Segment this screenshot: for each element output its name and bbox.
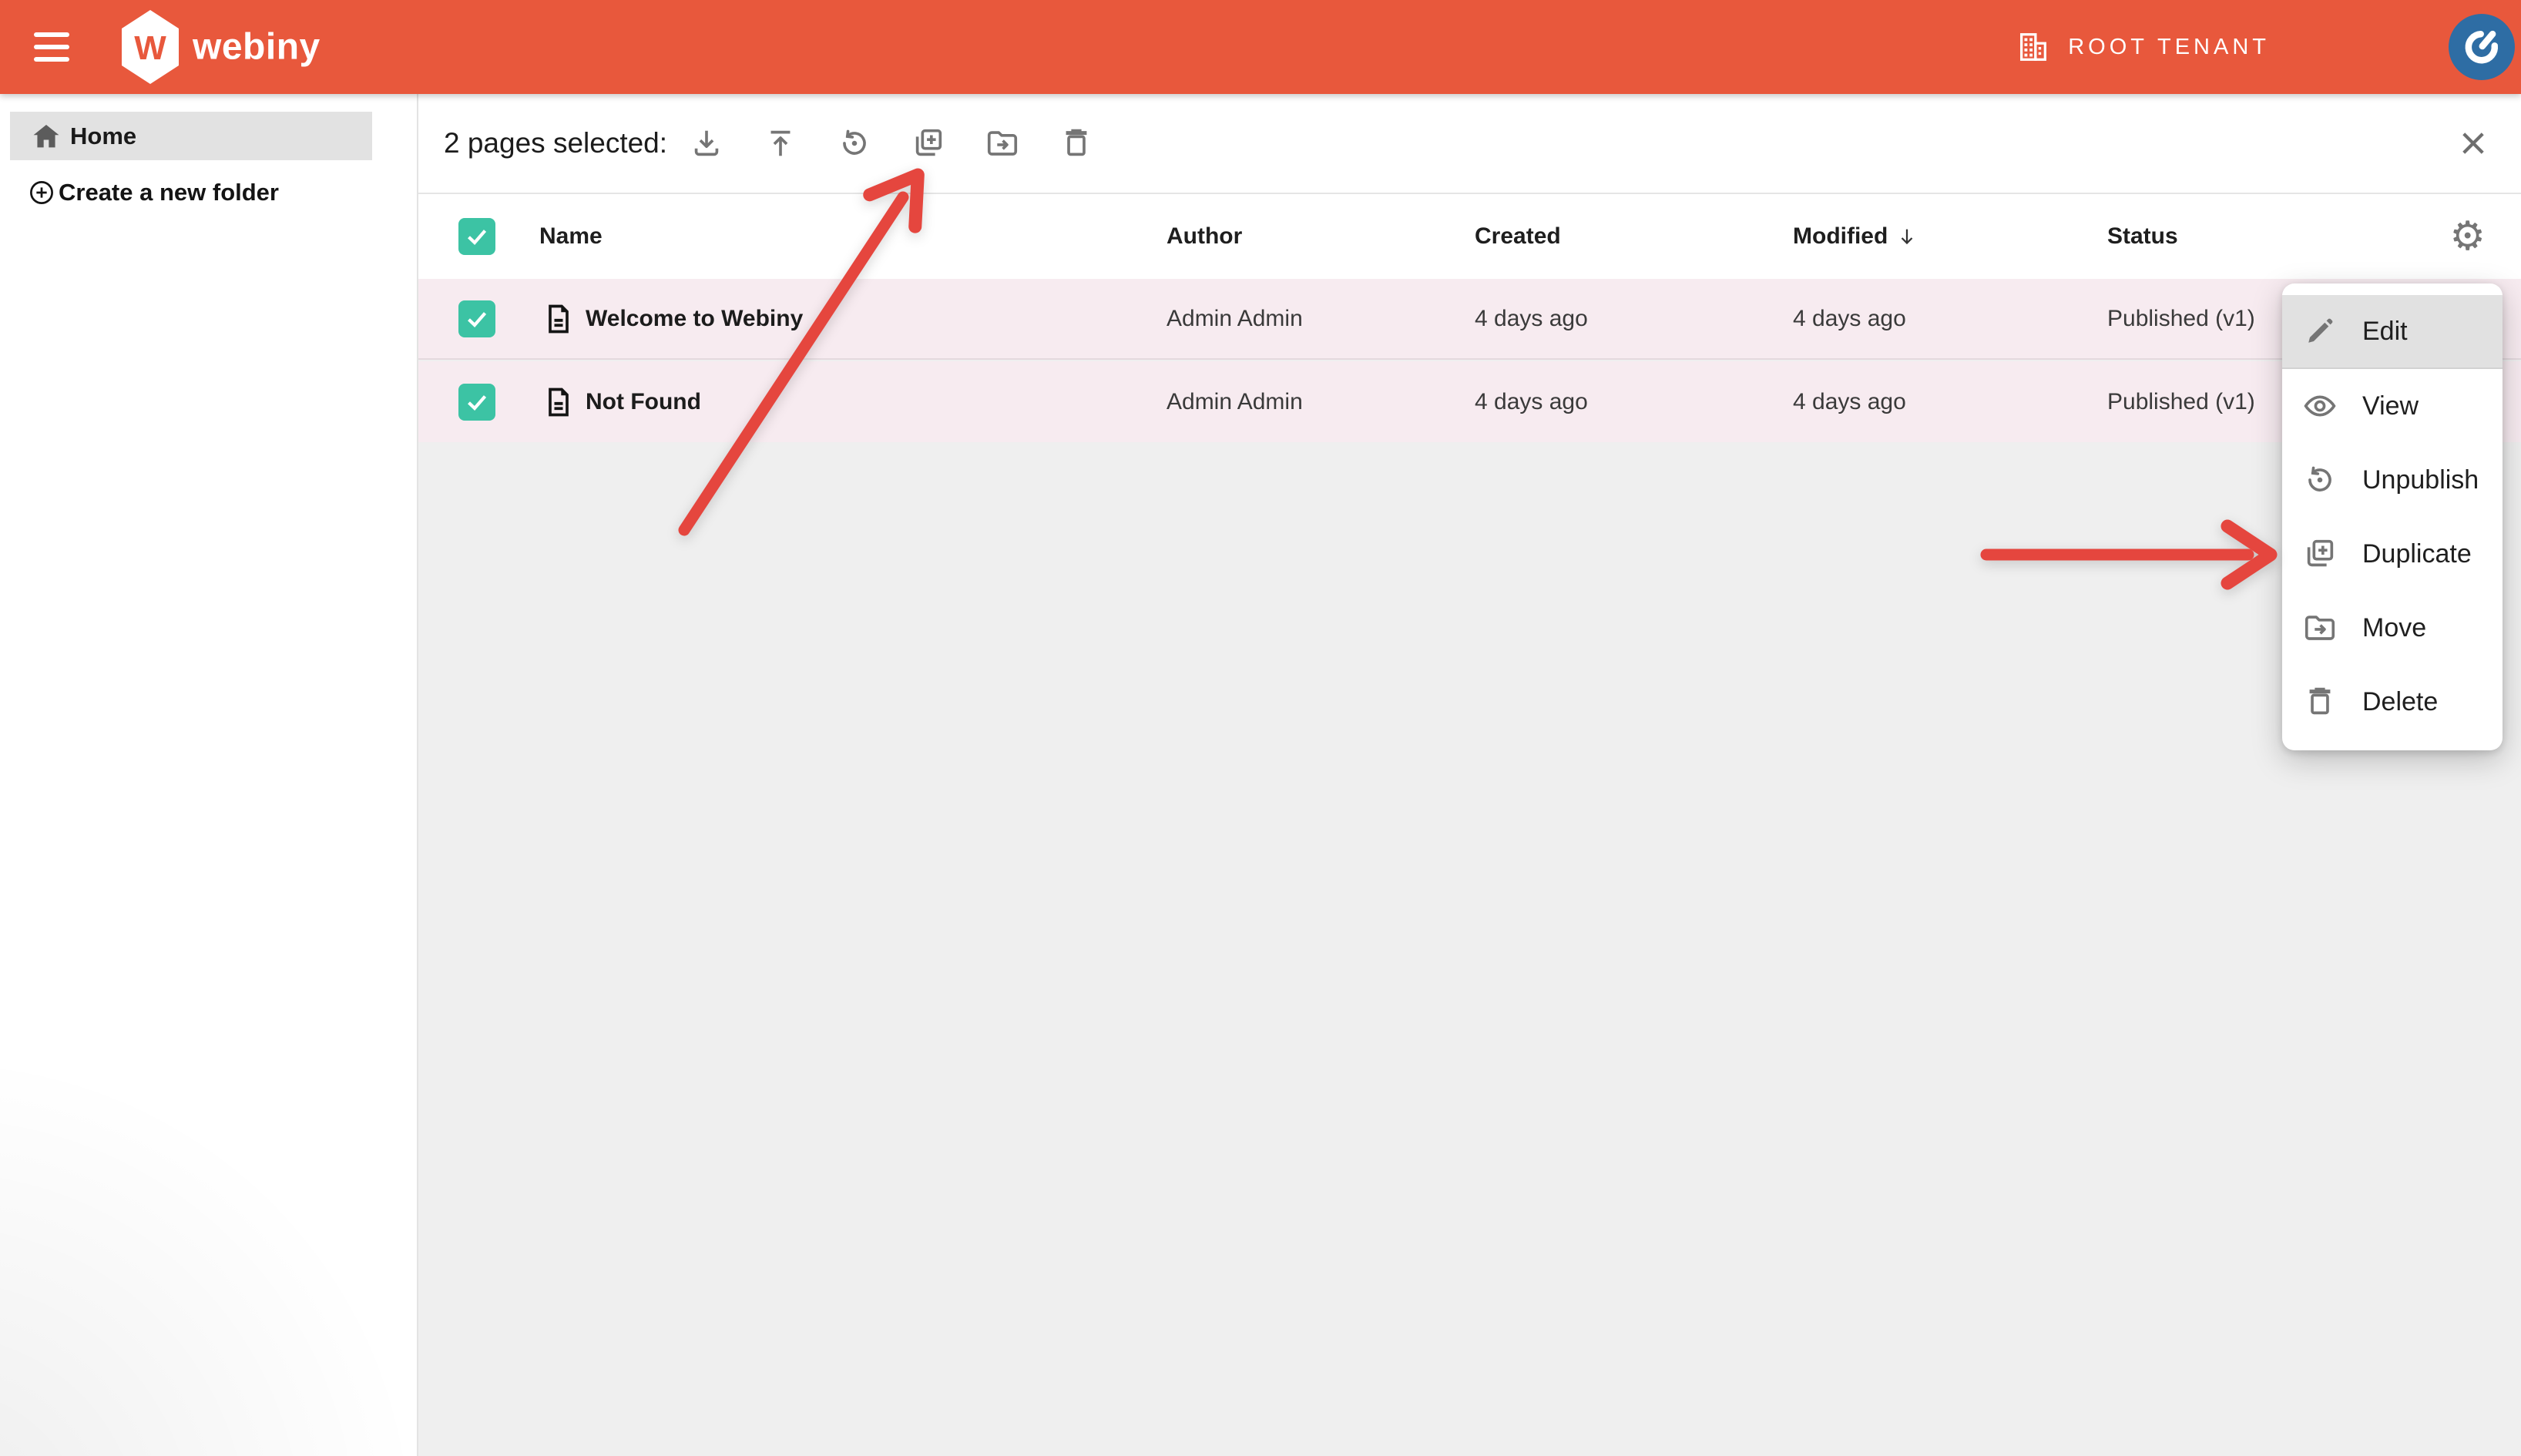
table-row[interactable]: Welcome to Webiny Admin Admin 4 days ago… <box>418 279 2521 360</box>
table-header: Name Author Created Modified Status ⚙ <box>418 194 2521 279</box>
svg-text:W: W <box>134 29 166 67</box>
page-status: Published (v1) <box>2107 389 2255 415</box>
check-icon <box>463 223 491 250</box>
app-bar: W webiny ROOT TENANT <box>0 0 2521 94</box>
home-icon <box>30 120 62 153</box>
publish-icon <box>763 126 798 161</box>
check-icon <box>463 388 491 416</box>
sidebar-item-label: Home <box>70 122 136 150</box>
column-header-name[interactable]: Name <box>539 223 603 250</box>
restore-icon <box>2302 462 2338 498</box>
context-menu-item-delete[interactable]: Delete <box>2282 665 2503 739</box>
page-created: 4 days ago <box>1475 389 1588 415</box>
row-context-menu: Edit View Unpublish <box>2282 283 2503 750</box>
bulk-actions <box>689 94 1094 193</box>
context-menu-item-edit[interactable]: Edit <box>2282 295 2503 369</box>
page-document-icon <box>542 302 576 336</box>
context-menu-item-duplicate[interactable]: Duplicate <box>2282 517 2503 591</box>
context-menu-label: Duplicate <box>2362 539 2472 569</box>
page-title: Welcome to Webiny <box>586 306 803 332</box>
row-checkbox[interactable] <box>458 384 495 421</box>
column-header-created[interactable]: Created <box>1475 223 1561 250</box>
pencil-icon <box>2302 314 2338 349</box>
context-menu-label: Delete <box>2362 687 2438 717</box>
copy-plus-icon <box>911 126 946 161</box>
page-author: Admin Admin <box>1167 389 1303 415</box>
table-settings-gear-icon[interactable]: ⚙ <box>2449 216 2486 257</box>
context-menu-label: Edit <box>2362 317 2408 347</box>
webiny-admin-page: W webiny ROOT TENANT <box>0 0 2521 1456</box>
page-title: Not Found <box>586 389 701 415</box>
power-icon <box>2459 24 2505 70</box>
context-menu-label: Move <box>2362 613 2426 643</box>
hamburger-bar <box>34 32 69 37</box>
page-status: Published (v1) <box>2107 306 2255 332</box>
context-menu-item-move[interactable]: Move <box>2282 591 2503 665</box>
column-header-label: Modified <box>1793 223 1888 250</box>
check-icon <box>463 305 491 333</box>
close-selection-button[interactable] <box>2456 126 2490 160</box>
close-icon <box>2457 127 2489 159</box>
folder-sidebar: Home Create a new folder <box>0 94 418 1456</box>
eye-icon <box>2302 388 2338 424</box>
restore-icon <box>837 126 872 161</box>
row-checkbox[interactable] <box>458 300 495 337</box>
folder-move-icon <box>2302 610 2338 646</box>
building-icon <box>2016 29 2051 65</box>
trash-icon <box>1059 126 1094 161</box>
sort-desc-arrow-icon <box>1895 225 1918 248</box>
folder-move-icon <box>985 126 1020 161</box>
copy-plus-icon <box>2302 536 2338 572</box>
delete-button[interactable] <box>1059 126 1094 161</box>
hamburger-bar <box>34 57 69 62</box>
export-button[interactable] <box>689 126 724 161</box>
tenant-label: ROOT TENANT <box>2068 35 2270 60</box>
page-document-icon <box>542 385 576 419</box>
trash-icon <box>2302 684 2338 720</box>
context-menu-label: Unpublish <box>2362 465 2479 495</box>
publish-button[interactable] <box>763 126 798 161</box>
hexagon-logo-icon: W <box>122 10 179 84</box>
page-author: Admin Admin <box>1167 306 1303 332</box>
create-folder-label: Create a new folder <box>59 179 279 206</box>
move-button[interactable] <box>985 126 1020 161</box>
context-menu-label: View <box>2362 391 2419 421</box>
table-row[interactable]: Not Found Admin Admin 4 days ago 4 days … <box>418 361 2521 442</box>
context-menu-item-unpublish[interactable]: Unpublish <box>2282 443 2503 517</box>
select-all-checkbox[interactable] <box>458 218 495 255</box>
menu-icon[interactable] <box>34 32 69 62</box>
column-header-modified[interactable]: Modified <box>1793 223 1918 250</box>
selection-count-label: 2 pages selected: <box>444 127 667 159</box>
brand-wordmark: webiny <box>193 26 321 69</box>
circle-plus-icon <box>27 178 56 207</box>
create-folder-button[interactable]: Create a new folder <box>10 171 372 214</box>
column-header-status[interactable]: Status <box>2107 223 2178 250</box>
selection-toolbar: 2 pages selected: <box>418 94 2521 194</box>
unpublish-button[interactable] <box>837 126 872 161</box>
user-avatar[interactable] <box>2449 14 2515 80</box>
column-header-author[interactable]: Author <box>1167 223 1242 250</box>
hamburger-bar <box>34 45 69 49</box>
sidebar-item-home[interactable]: Home <box>10 112 372 160</box>
tenant-selector[interactable]: ROOT TENANT <box>2016 29 2270 65</box>
context-menu-item-view[interactable]: View <box>2282 369 2503 443</box>
page-created: 4 days ago <box>1475 306 1588 332</box>
duplicate-button[interactable] <box>911 126 946 161</box>
content-area: 2 pages selected: <box>418 94 2521 1456</box>
page-modified: 4 days ago <box>1793 306 1906 332</box>
webiny-logo[interactable]: W <box>122 10 179 84</box>
page-modified: 4 days ago <box>1793 389 1906 415</box>
download-icon <box>689 126 724 161</box>
